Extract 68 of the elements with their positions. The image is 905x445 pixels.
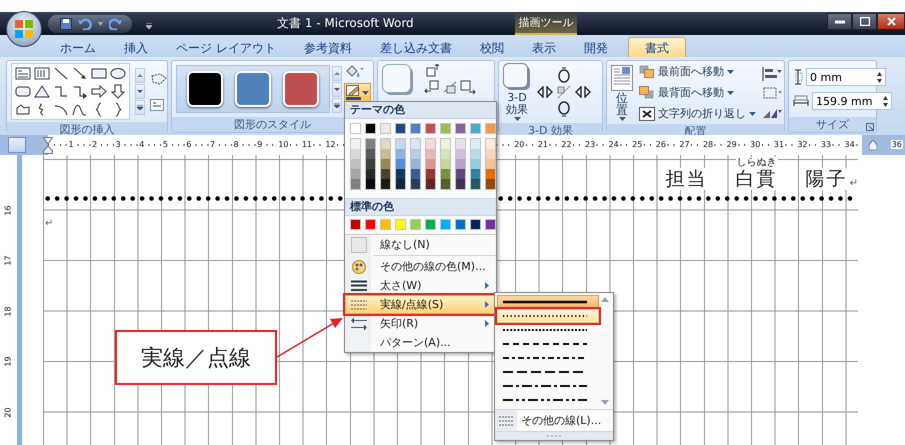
ruler-number: 28 <box>702 140 714 149</box>
ruby-text: しらぬき <box>736 157 777 168</box>
ruler-number: 4 <box>138 140 146 149</box>
ruler-number: 10 <box>277 140 290 149</box>
ruler-number: 19 <box>4 356 13 367</box>
paragraph-mark: ↵ <box>45 218 54 230</box>
signature-text: 担当 <box>666 168 708 190</box>
signature-text: 白貫 <box>736 168 778 190</box>
menu-item[interactable]: 太さ(W) <box>345 276 496 295</box>
ruler-number: 9 <box>256 140 264 149</box>
ruler-number: 20 <box>513 140 526 149</box>
paragraph-mark: ↵ <box>850 178 858 190</box>
ruler-number: 21 <box>536 140 549 149</box>
ruler-number: 34 <box>844 140 856 149</box>
arrange-command[interactable]: 文字列の折り返し <box>639 105 756 122</box>
menu-item[interactable]: パターン(A)... <box>345 333 496 352</box>
position-button[interactable]: 位置 <box>611 64 633 120</box>
ribbon-tab[interactable]: ページ レイアウト <box>162 37 290 57</box>
ruler-number: 18 <box>4 306 13 316</box>
ribbon-tab[interactable]: 差し込み文書 <box>366 37 466 57</box>
menu-item[interactable]: 線なし(N) <box>345 235 496 254</box>
signature-text: 陽子 <box>806 168 848 190</box>
callout-box: 実線／点線 <box>115 330 277 385</box>
ruler-number: 29 <box>726 140 738 149</box>
arrange-command[interactable]: 最前面へ移動 <box>639 63 756 80</box>
ruler-number: 23 <box>584 140 596 149</box>
ribbon-tab[interactable]: 挿入 <box>110 37 162 57</box>
ruler-number: 6 <box>185 140 192 149</box>
ribbon-tab[interactable]: 書式 <box>628 37 686 57</box>
ruler-number: 26 <box>654 140 667 149</box>
menu-item[interactable]: 矢印(R) <box>345 314 496 333</box>
ribbon-tab[interactable]: 表示 <box>518 37 570 57</box>
ruler-number: 8 <box>232 140 240 149</box>
menu-item[interactable]: 実線/点線(S) <box>345 295 496 314</box>
menu-header: テーマの色 <box>345 102 496 119</box>
ribbon-tab[interactable]: 校閲 <box>466 37 518 57</box>
ruler-number: 36 <box>890 140 903 149</box>
group-label: サイズ <box>789 117 876 132</box>
ruler-number: 27 <box>678 140 691 149</box>
ruler-number: 30 <box>749 140 762 149</box>
ruler-number: 25 <box>631 140 644 149</box>
ruler-number: 12 <box>324 140 337 149</box>
menu-item[interactable]: その他の線(L)... <box>495 409 613 431</box>
ruler-number: 31 <box>772 140 785 149</box>
ruler-number: 33 <box>820 140 832 149</box>
ruler-number: 22 <box>560 140 573 149</box>
ruler-number: 16 <box>4 205 13 216</box>
context-tab-header: 描画ツール <box>515 12 577 35</box>
ribbon-tab[interactable]: ホーム <box>46 37 110 57</box>
ruler-number: 24 <box>608 140 620 149</box>
ribbon-tab[interactable]: 開発 <box>570 37 622 57</box>
ruler-number: 1 <box>67 140 75 149</box>
ruler-number: 17 <box>4 256 13 266</box>
menu-header: 標準の色 <box>345 198 496 216</box>
size-field[interactable]: 0 mm <box>806 68 886 86</box>
3d-effects-button[interactable]: 3-D 効果 <box>503 63 531 121</box>
ruler-number: 7 <box>209 140 216 149</box>
window-title: 文書 1 - Microsoft Word <box>277 16 414 30</box>
menu-item[interactable]: その他の線の色(M)... <box>345 257 496 276</box>
ribbon-tab[interactable]: 参考資料 <box>290 37 366 57</box>
arrange-command[interactable]: 最背面へ移動 <box>639 84 756 101</box>
size-field[interactable]: 159.9 mm <box>812 92 892 110</box>
ruler-number: 3 <box>114 140 122 149</box>
ruler-number: 5 <box>162 140 169 149</box>
ruler-number: 2 <box>91 140 98 149</box>
ruler-number: 20 <box>4 407 13 418</box>
ruler-number: 32 <box>796 140 809 149</box>
ruler-number: 11 <box>300 140 314 149</box>
